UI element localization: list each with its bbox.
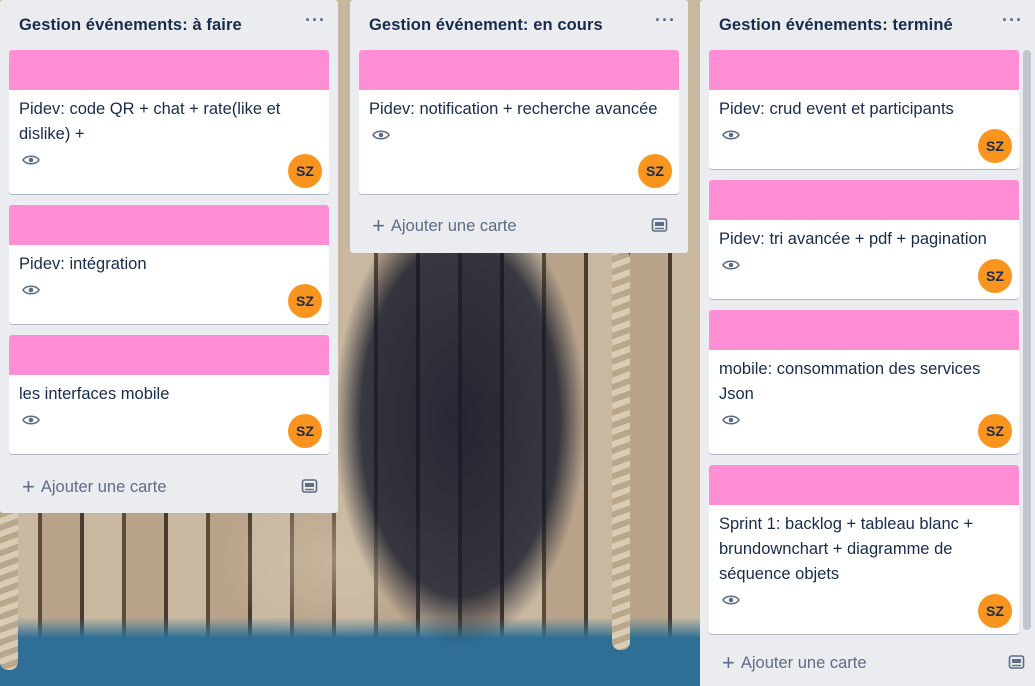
avatar[interactable]: SZ [288, 414, 322, 448]
card-cover [9, 50, 329, 90]
plus-icon: + [372, 213, 385, 238]
list-menu-button[interactable]: ··· [1002, 11, 1023, 29]
eye-icon [22, 155, 40, 165]
avatar[interactable]: SZ [288, 284, 322, 318]
list-scrollbar[interactable] [1023, 50, 1031, 630]
card-title: mobile: consommation des services Json [719, 360, 981, 403]
card[interactable]: Pidev: intégration SZ [9, 205, 329, 324]
list-header: Gestion événements: à faire ··· [0, 0, 338, 50]
card-badges [719, 122, 1009, 156]
list-todo: Gestion événements: à faire ··· Pidev: c… [0, 0, 338, 513]
card[interactable]: mobile: consommation des services Json S… [709, 310, 1019, 454]
card-body: mobile: consommation des services Json [709, 350, 1019, 441]
list-header: Gestion événement: en cours ··· [350, 0, 688, 50]
card-body: Pidev: code QR + chat + rate(like et dis… [9, 90, 329, 181]
list-in-progress: Gestion événement: en cours ··· Pidev: n… [350, 0, 688, 253]
card-title: Pidev: intégration [19, 255, 147, 273]
card-badges [719, 587, 1009, 621]
card-badges [19, 277, 319, 311]
card-cover [709, 465, 1019, 505]
avatar[interactable]: SZ [978, 259, 1012, 293]
card-title: Pidev: code QR + chat + rate(like et dis… [19, 100, 281, 143]
eye-icon [372, 130, 390, 140]
add-card-label: Ajouter une carte [390, 216, 517, 235]
background-rope [612, 250, 630, 650]
card-cover [9, 205, 329, 245]
list-menu-button[interactable]: ··· [305, 11, 326, 29]
avatar[interactable]: SZ [978, 594, 1012, 628]
card[interactable]: Pidev: tri avancée + pdf + pagination SZ [709, 180, 1019, 299]
card-badges [719, 407, 1009, 441]
card-cover [709, 50, 1019, 90]
avatar[interactable]: SZ [638, 154, 672, 188]
eye-icon [722, 260, 740, 270]
card-badges [19, 147, 319, 181]
card-title: Pidev: crud event et participants [719, 100, 954, 118]
card[interactable]: Sprint 1: backlog + tableau blanc + brun… [709, 465, 1019, 634]
avatar[interactable]: SZ [978, 129, 1012, 163]
add-card-button[interactable]: + Ajouter une carte [9, 469, 326, 505]
eye-icon [722, 595, 740, 605]
card-cover [709, 180, 1019, 220]
card-template-icon[interactable] [1008, 654, 1025, 670]
list-title[interactable]: Gestion événements: terminé [710, 16, 953, 35]
card-body: Pidev: tri avancée + pdf + pagination [709, 220, 1019, 286]
card-title: Sprint 1: backlog + tableau blanc + brun… [719, 515, 974, 583]
card[interactable]: Pidev: code QR + chat + rate(like et dis… [9, 50, 329, 194]
list-title[interactable]: Gestion événement: en cours [360, 16, 603, 35]
card[interactable]: Pidev: notification + recherche avancée … [359, 50, 679, 194]
eye-icon [722, 130, 740, 140]
list-header: Gestion événements: terminé ··· [700, 0, 1035, 50]
list-scrollbar-thumb[interactable] [1023, 50, 1031, 630]
avatar[interactable]: SZ [288, 154, 322, 188]
card-badges [369, 122, 669, 156]
eye-icon [22, 285, 40, 295]
card-body: Pidev: notification + recherche avancée [359, 90, 679, 156]
card-body: Pidev: crud event et participants [709, 90, 1019, 156]
card-badges [719, 252, 1009, 286]
add-card-button[interactable]: + Ajouter une carte [709, 645, 1025, 681]
card-template-icon[interactable] [651, 217, 668, 233]
list-menu-button[interactable]: ··· [655, 11, 676, 29]
list-title[interactable]: Gestion événements: à faire [10, 16, 242, 35]
add-card-label: Ajouter une carte [740, 653, 867, 672]
card-title: les interfaces mobile [19, 385, 170, 403]
add-card-label: Ajouter une carte [40, 477, 167, 496]
eye-icon [22, 415, 40, 425]
card-template-icon[interactable] [301, 478, 318, 494]
card[interactable]: Pidev: crud event et participants SZ [709, 50, 1019, 169]
card-body: Sprint 1: backlog + tableau blanc + brun… [709, 505, 1019, 621]
card-cover [359, 50, 679, 90]
list-done: Gestion événements: terminé ··· Pidev: c… [700, 0, 1035, 686]
plus-icon: + [22, 474, 35, 499]
card-title: Pidev: tri avancée + pdf + pagination [719, 230, 987, 248]
card-badges [19, 407, 319, 441]
card-cover [9, 335, 329, 375]
card-body: les interfaces mobile [9, 375, 329, 441]
add-card-button[interactable]: + Ajouter une carte [359, 208, 676, 244]
eye-icon [722, 415, 740, 425]
avatar[interactable]: SZ [978, 414, 1012, 448]
card-body: Pidev: intégration [9, 245, 329, 311]
card-title: Pidev: notification + recherche avancée [369, 100, 658, 118]
card-cover [709, 310, 1019, 350]
plus-icon: + [722, 650, 735, 675]
card[interactable]: les interfaces mobile SZ [9, 335, 329, 454]
